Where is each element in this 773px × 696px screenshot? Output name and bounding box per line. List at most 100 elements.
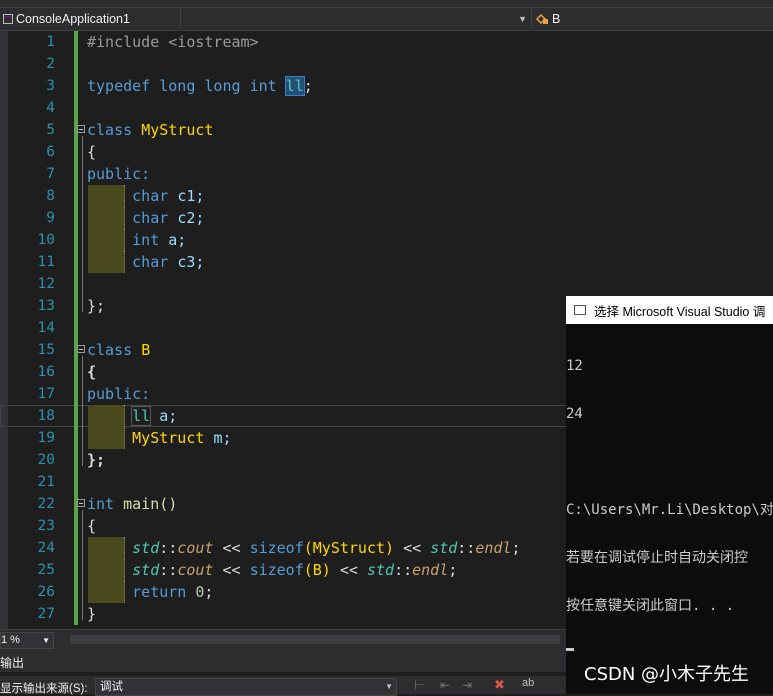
code-line: public: bbox=[87, 385, 151, 403]
clear-all-icon[interactable]: ✖ bbox=[494, 677, 505, 693]
console-line: 按任意键关闭此窗口. . . bbox=[566, 598, 735, 614]
project-name: ConsoleApplication1 bbox=[16, 11, 130, 26]
member-name: B bbox=[552, 11, 561, 26]
code-line: #include <iostream> bbox=[87, 33, 259, 51]
collapse-icon[interactable] bbox=[77, 499, 85, 507]
change-bar bbox=[74, 537, 78, 559]
line-number: 10 bbox=[37, 232, 55, 248]
code-line: public: bbox=[87, 165, 151, 183]
line-number: 13 bbox=[37, 298, 55, 314]
console-cursor bbox=[566, 648, 574, 651]
line-number: 15 bbox=[37, 342, 55, 358]
line-number: 20 bbox=[37, 452, 55, 468]
console-window-icon bbox=[574, 305, 586, 315]
word-wrap-icon[interactable]: ab bbox=[522, 677, 534, 689]
line-number: 12 bbox=[37, 276, 55, 292]
code-line: typedef long long int ll; bbox=[87, 76, 313, 96]
code-line: ll a; bbox=[131, 406, 178, 426]
change-bar bbox=[74, 471, 78, 493]
change-bar bbox=[74, 207, 78, 229]
member-dropdown[interactable]: B bbox=[535, 8, 773, 29]
console-title-bar[interactable]: 选择 Microsoft Visual Studio 调 bbox=[566, 296, 773, 324]
change-bar bbox=[74, 449, 78, 471]
change-bar bbox=[74, 581, 78, 603]
output-source-select[interactable]: 调试 ▼ bbox=[95, 678, 397, 696]
change-bar bbox=[74, 31, 78, 53]
line-number: 26 bbox=[37, 584, 55, 600]
next-message-icon[interactable]: ⇥ bbox=[462, 678, 472, 692]
change-bar bbox=[74, 427, 78, 449]
code-line: class MyStruct bbox=[87, 121, 214, 139]
fold-guide bbox=[82, 510, 83, 620]
change-bar bbox=[74, 229, 78, 251]
code-line: std::cout << sizeof(B) << std::endl; bbox=[132, 561, 458, 579]
change-bar bbox=[74, 185, 78, 207]
line-number: 1 bbox=[46, 34, 55, 50]
code-line: return 0; bbox=[132, 583, 214, 601]
code-line: int main() bbox=[87, 495, 178, 513]
output-panel-header: 输出 bbox=[0, 650, 566, 672]
line-number: 19 bbox=[37, 430, 55, 446]
change-bar bbox=[74, 273, 78, 295]
code-line: char c2; bbox=[132, 209, 205, 227]
scope-dropdown[interactable]: ▼ bbox=[181, 8, 532, 29]
line-number: 17 bbox=[37, 386, 55, 402]
code-line: { bbox=[87, 517, 97, 535]
zoom-dropdown[interactable]: 1 % ▼ bbox=[0, 632, 54, 649]
console-line: 若要在调试停止时自动关闭控 bbox=[566, 550, 748, 566]
line-number: 8 bbox=[46, 188, 55, 204]
fold-guide bbox=[82, 136, 83, 312]
code-line: int a; bbox=[132, 231, 187, 249]
code-line: }; bbox=[87, 297, 106, 315]
code-line: char c1; bbox=[132, 187, 205, 205]
line-number: 21 bbox=[37, 474, 55, 490]
code-line: MyStruct m; bbox=[132, 429, 232, 447]
change-bar bbox=[74, 405, 78, 427]
highlighted-identifier: ll bbox=[284, 76, 305, 96]
line-number: 5 bbox=[46, 122, 55, 138]
chevron-down-icon: ▼ bbox=[385, 682, 393, 691]
fold-guide bbox=[82, 356, 83, 466]
zoom-level: 1 % bbox=[1, 634, 20, 646]
console-output: 12 24 C:\Users\Mr.Li\Desktop\对象 若要在调试停止时… bbox=[566, 324, 773, 683]
console-window[interactable]: 选择 Microsoft Visual Studio 调 12 24 C:\Us… bbox=[566, 296, 773, 694]
chevron-down-icon: ▼ bbox=[42, 636, 50, 645]
change-bar bbox=[74, 559, 78, 581]
line-number: 14 bbox=[37, 320, 55, 336]
code-line: }; bbox=[87, 451, 106, 469]
line-number: 23 bbox=[37, 518, 55, 534]
console-line: C:\Users\Mr.Li\Desktop\对象 bbox=[566, 502, 773, 518]
line-number: 24 bbox=[37, 540, 55, 556]
change-bar bbox=[74, 97, 78, 119]
line-number: 9 bbox=[46, 210, 55, 226]
line-number: 11 bbox=[37, 254, 55, 270]
project-icon bbox=[3, 13, 13, 24]
find-message-icon[interactable]: ⊢ bbox=[414, 678, 424, 692]
code-line: std::cout << sizeof(MyStruct) << std::en… bbox=[132, 539, 521, 557]
console-line: 24 bbox=[566, 406, 583, 422]
prev-message-icon[interactable]: ⇤ bbox=[440, 678, 450, 692]
change-bar bbox=[74, 295, 78, 317]
line-number: 25 bbox=[37, 562, 55, 578]
change-bar bbox=[74, 251, 78, 273]
change-bar bbox=[74, 383, 78, 405]
line-number: 4 bbox=[46, 100, 55, 116]
horizontal-scrollbar[interactable] bbox=[70, 635, 560, 644]
navigation-bar: ConsoleApplication1 ▼ B bbox=[0, 8, 773, 31]
change-bar bbox=[74, 141, 78, 163]
editor-status-bar: 1 % ▼ bbox=[0, 629, 566, 650]
code-line: class B bbox=[87, 341, 151, 359]
line-number: 3 bbox=[46, 78, 55, 94]
change-bar bbox=[74, 515, 78, 537]
collapse-icon[interactable] bbox=[77, 345, 85, 353]
chevron-down-icon: ▼ bbox=[518, 13, 527, 24]
line-number: 16 bbox=[37, 364, 55, 380]
change-bar bbox=[74, 75, 78, 97]
change-bar bbox=[74, 163, 78, 185]
output-source-bar: 显示输出来源(S): 调试 ▼ ⊢ ⇤ ⇥ ✖ ab bbox=[0, 676, 566, 696]
watermark: CSDN @小木子先生 bbox=[584, 664, 750, 685]
collapse-icon[interactable] bbox=[77, 125, 85, 133]
line-number: 27 bbox=[37, 606, 55, 622]
project-dropdown[interactable]: ConsoleApplication1 bbox=[0, 8, 181, 29]
